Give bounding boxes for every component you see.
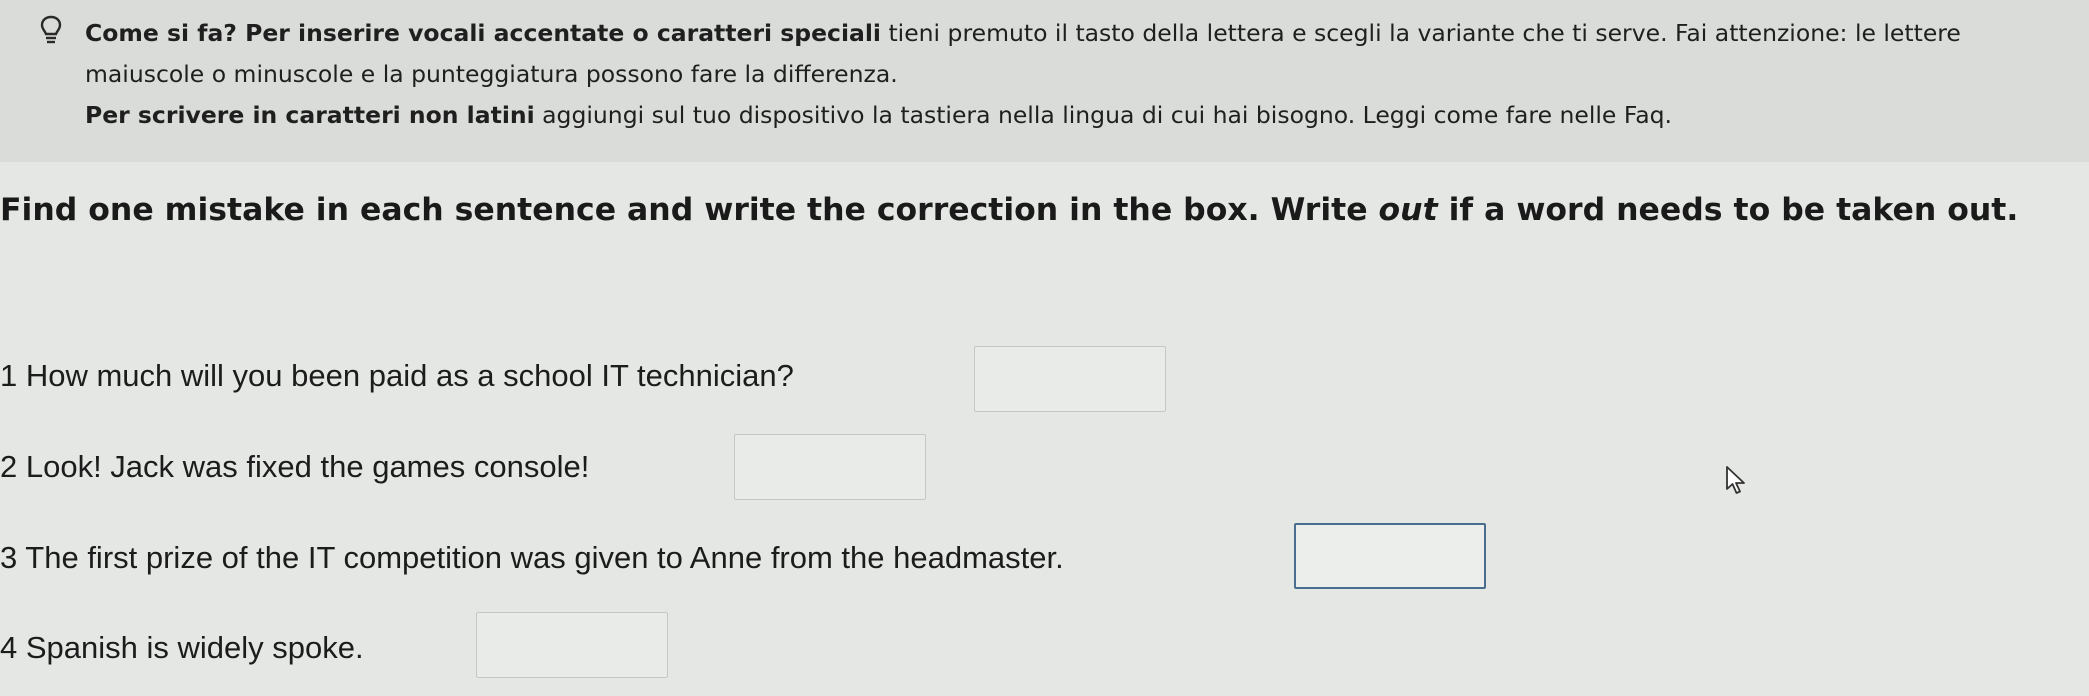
instruction-italic: out: [1378, 192, 1438, 228]
answer-box-4[interactable]: [476, 612, 668, 678]
answer-box-1[interactable]: [974, 346, 1166, 412]
instruction-before: Find one mistake in each sentence and wr…: [0, 192, 1379, 228]
answer-box-3[interactable]: [1294, 523, 1486, 589]
hint-line-2: maiuscole o minuscole e la punteggiatura…: [85, 60, 898, 88]
question-2-text: 2 Look! Jack was fixed the games console…: [0, 449, 590, 484]
exercise-instruction: Find one mistake in each sentence and wr…: [0, 192, 2018, 228]
hint-line-1: Come si fa? Per inserire vocali accentat…: [85, 17, 1961, 49]
hint-lead-rest: tieni premuto il tasto della lettera e s…: [880, 19, 1961, 47]
question-3-text: 3 The first prize of the IT competition …: [0, 540, 1064, 575]
hint-line-3: Per scrivere in caratteri non latini agg…: [85, 99, 1672, 131]
hint-panel: Come si fa? Per inserire vocali accentat…: [0, 0, 2089, 162]
question-1-text: 1 How much will you been paid as a schoo…: [0, 358, 794, 393]
question-4-text: 4 Spanish is widely spoke.: [0, 630, 364, 665]
mouse-pointer-icon: [1726, 466, 1745, 494]
answer-box-2[interactable]: [734, 434, 926, 500]
hint-line3-bold: Per scrivere in caratteri non latini: [85, 101, 535, 129]
lightbulb-icon: [40, 15, 62, 44]
hint-lead-bold: Come si fa? Per inserire vocali accentat…: [85, 19, 881, 47]
hint-line3-rest: aggiungi sul tuo dispositivo la tastiera…: [534, 101, 1672, 129]
instruction-after: if a word needs to be taken out.: [1437, 192, 2019, 228]
